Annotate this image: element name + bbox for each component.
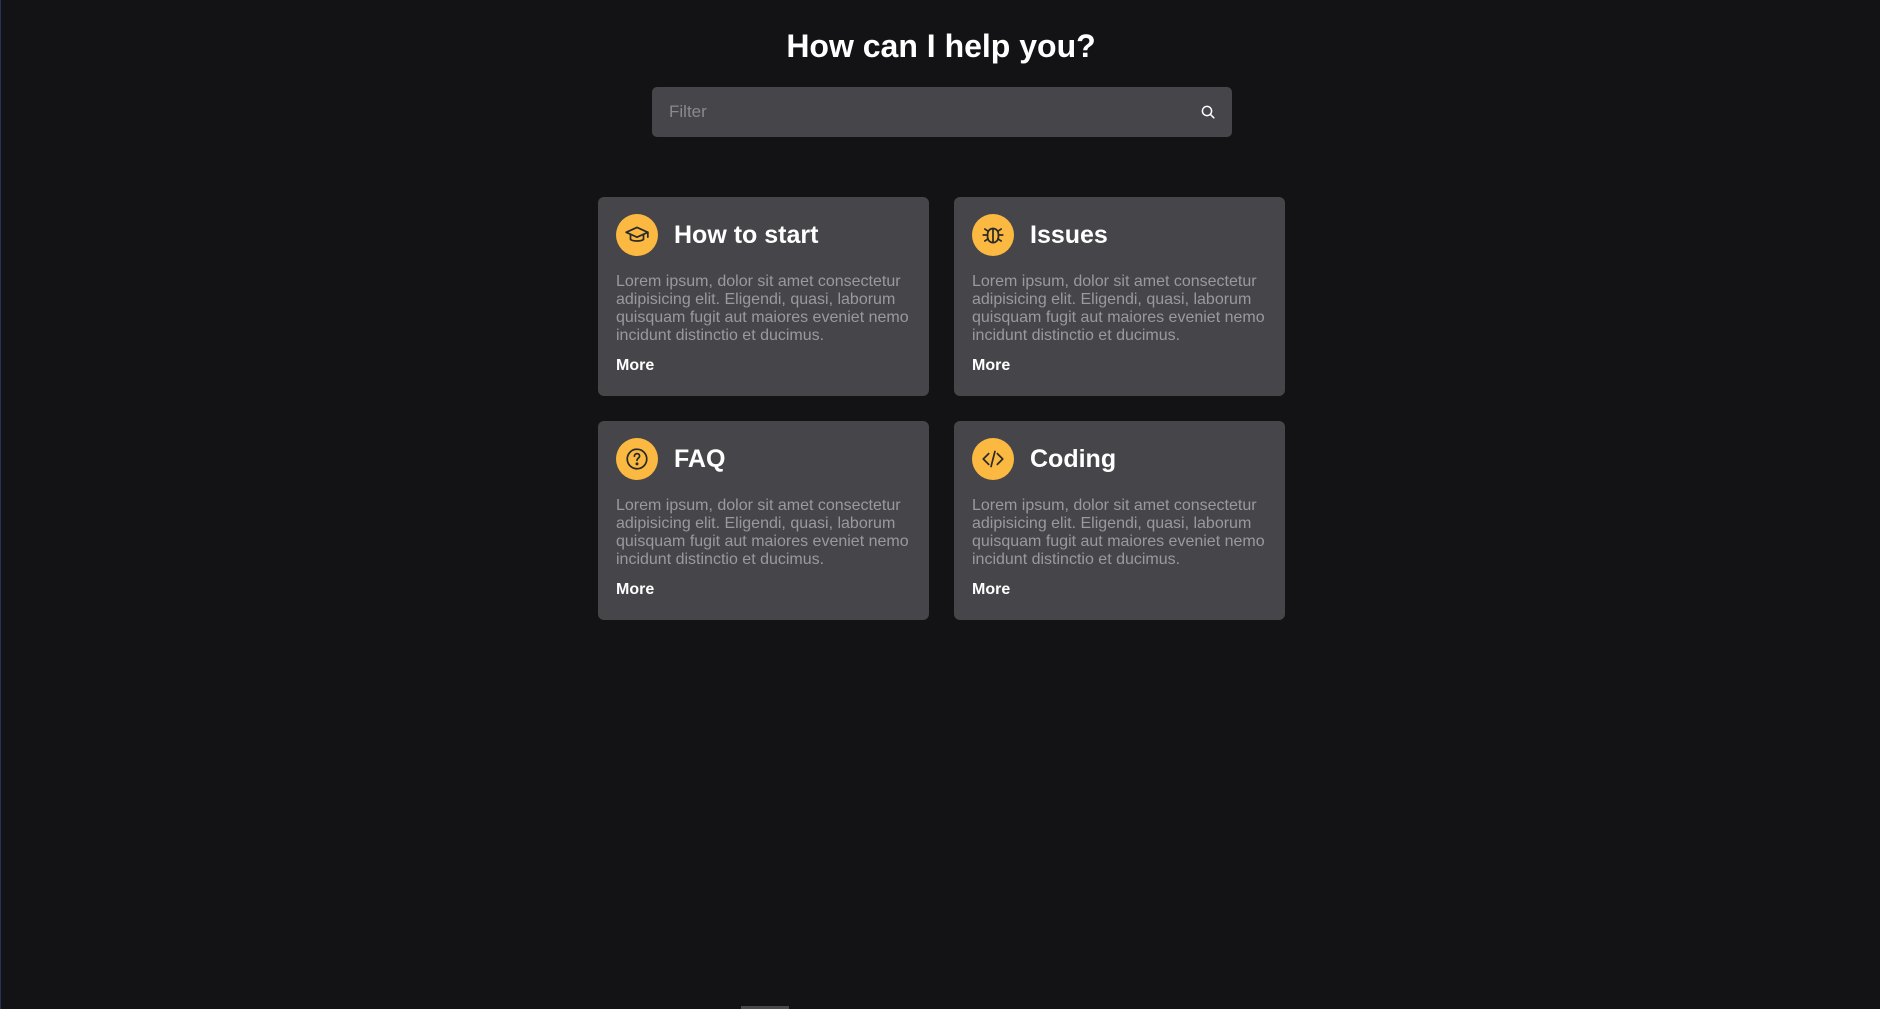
- topic-card-issues: Issues Lorem ipsum, dolor sit amet conse…: [954, 197, 1285, 396]
- card-title: How to start: [674, 220, 819, 249]
- more-link[interactable]: More: [616, 581, 654, 599]
- help-topics-grid: How to start Lorem ipsum, dolor sit amet…: [598, 197, 1286, 620]
- topic-card-faq: FAQ Lorem ipsum, dolor sit amet consecte…: [598, 421, 929, 620]
- card-description: Lorem ipsum, dolor sit amet consectetur …: [972, 497, 1265, 568]
- more-link[interactable]: More: [616, 357, 654, 375]
- search-input[interactable]: [652, 87, 1172, 137]
- page-title: How can I help you?: [786, 28, 1096, 64]
- bug-icon: [972, 214, 1014, 256]
- graduation-cap-icon: [616, 214, 658, 256]
- card-description: Lorem ipsum, dolor sit amet consectetur …: [616, 273, 909, 344]
- topic-card-coding: Coding Lorem ipsum, dolor sit amet conse…: [954, 421, 1285, 620]
- card-title: Coding: [1030, 444, 1117, 473]
- card-description: Lorem ipsum, dolor sit amet consectetur …: [616, 497, 909, 568]
- card-description: Lorem ipsum, dolor sit amet consectetur …: [972, 273, 1265, 344]
- more-link[interactable]: More: [972, 357, 1010, 375]
- card-header: FAQ: [616, 438, 911, 480]
- search-bar: [652, 87, 1232, 137]
- card-header: How to start: [616, 214, 911, 256]
- card-header: Coding: [972, 438, 1267, 480]
- card-header: Issues: [972, 214, 1267, 256]
- search-icon[interactable]: [1196, 100, 1220, 124]
- card-title: FAQ: [674, 444, 726, 473]
- card-title: Issues: [1030, 220, 1108, 249]
- topic-card-how-to-start: How to start Lorem ipsum, dolor sit amet…: [598, 197, 929, 396]
- more-link[interactable]: More: [972, 581, 1010, 599]
- question-circle-icon: [616, 438, 658, 480]
- page: How can I help you? How to start: [0, 0, 1880, 1009]
- code-icon: [972, 438, 1014, 480]
